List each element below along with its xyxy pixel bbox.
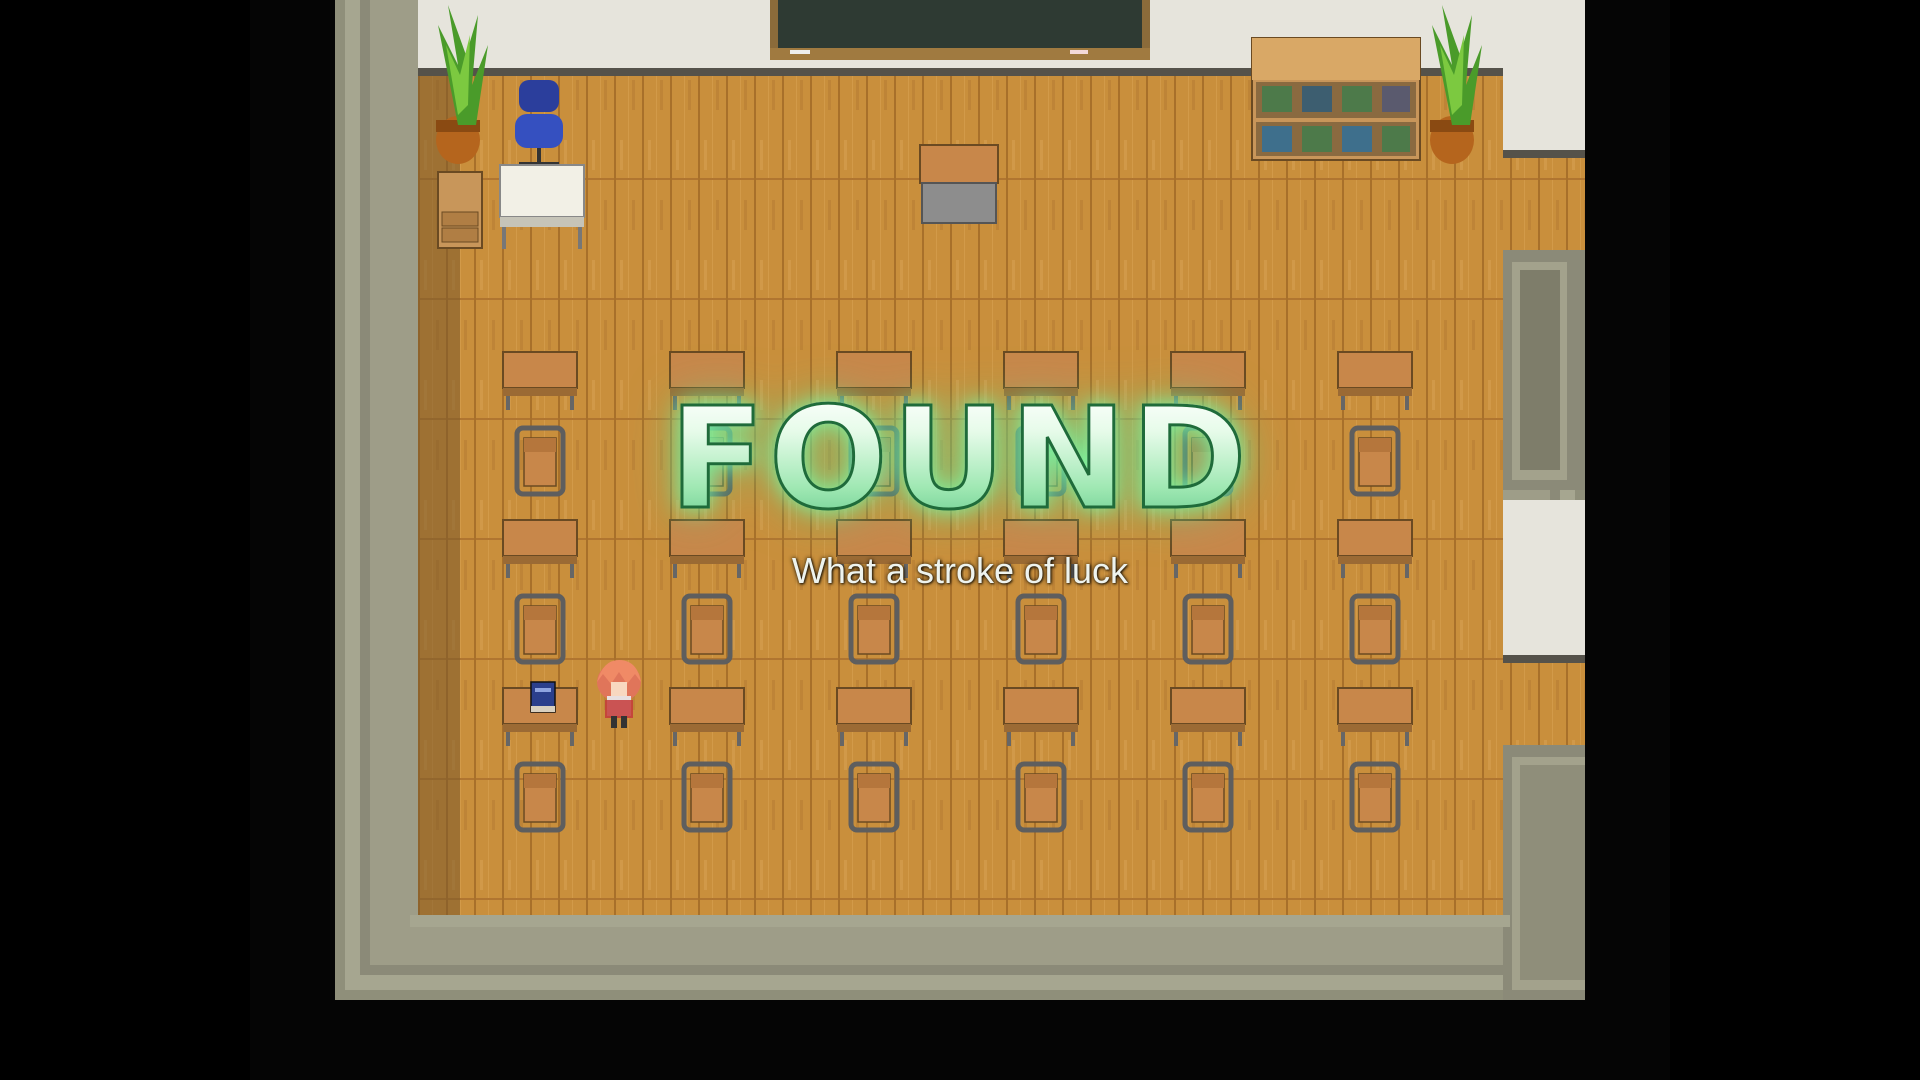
bookshelf-icon	[1251, 37, 1421, 161]
school-chair-icon	[1015, 425, 1067, 497]
school-chair-icon	[848, 593, 900, 665]
school-chair-icon	[1182, 425, 1234, 497]
school-chair-icon	[514, 425, 566, 497]
nightstand-icon	[437, 171, 483, 249]
school-chair-icon	[681, 593, 733, 665]
school-chair-icon	[1182, 593, 1234, 665]
school-chair-icon	[681, 761, 733, 833]
school-chair-icon	[1349, 761, 1401, 833]
game-viewport: FOUND What a stroke of luck	[250, 0, 1670, 1080]
school-chair-icon	[681, 425, 733, 497]
school-chair-icon	[514, 593, 566, 665]
school-chair-icon	[514, 761, 566, 833]
classroom-map	[335, 0, 1585, 1000]
school-chair-icon	[848, 761, 900, 833]
school-chair-icon	[848, 425, 900, 497]
school-chair-icon	[1015, 593, 1067, 665]
school-chair-icon	[1349, 425, 1401, 497]
school-chair-icon	[1015, 761, 1067, 833]
book-icon[interactable]	[530, 681, 556, 713]
school-chair-icon	[1182, 761, 1234, 833]
school-chair-icon	[1349, 593, 1401, 665]
blackboard-icon	[770, 0, 1150, 60]
podium-icon	[919, 144, 999, 224]
